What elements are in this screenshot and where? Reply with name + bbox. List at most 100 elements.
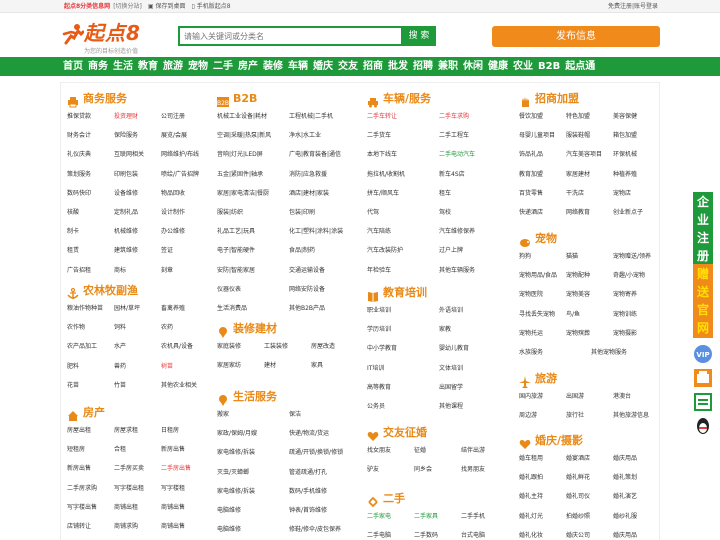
category-link[interactable]: 宠物医院 [519,291,543,299]
nav-item[interactable]: 教育 [138,57,158,76]
category-link[interactable]: 农作物 [67,324,85,332]
wechat-icon[interactable] [693,392,713,412]
save-desktop-link[interactable]: ▣ 保存到桌面 [148,3,186,10]
phone-icon[interactable] [693,368,713,388]
category-link[interactable]: 二手房求购 [67,485,97,493]
register-promo-char[interactable]: 注 [693,228,713,248]
nav-item[interactable]: 起点通 [565,57,595,76]
category-link[interactable]: 宠物配种 [566,272,590,280]
nav-item[interactable]: 交友 [338,57,358,76]
category-link[interactable]: 修鞋/修伞/皮包保养 [289,526,341,534]
category-link[interactable]: 拖拉机/收割机 [367,171,405,179]
category-link[interactable]: 安防|智能家居 [217,267,255,275]
category-link[interactable]: 广告招租 [67,267,91,275]
category-link[interactable]: 搬家 [217,411,229,419]
category-link[interactable]: 数码/手机维修 [289,488,327,496]
category-link[interactable]: 制卡 [67,228,79,236]
category-link[interactable]: 干洗店 [566,190,584,198]
category-link[interactable]: 其他B2B产品 [289,305,325,313]
nav-item[interactable]: 休闲 [463,57,483,76]
category-link[interactable]: 出国留学 [439,384,463,392]
register-promo-char[interactable]: 企 [693,192,713,212]
category-link[interactable]: 策划服务 [67,171,91,179]
category-link[interactable]: 二手手机 [461,513,485,521]
category-link[interactable]: 宠物寄养 [613,291,637,299]
category-link[interactable]: 其他农业相关 [161,382,197,390]
category-link[interactable]: 家庭装修 [217,343,241,351]
category-link[interactable]: 建筑维修 [114,247,138,255]
website-promo-char[interactable]: 送 [693,282,713,302]
category-link[interactable]: 国内旅游 [519,393,543,401]
category-link[interactable]: 房屋求租 [114,427,138,435]
category-link[interactable]: 家居家纺 [217,362,241,370]
category-link[interactable]: 电脑维修 [217,526,241,534]
category-link[interactable]: 店铺转让 [67,523,91,531]
category-link[interactable]: 工装装修 [264,343,288,351]
mobile-link[interactable]: ▯ 手机版起点8 [191,3,230,10]
category-link[interactable]: 新房出售 [67,465,91,473]
category-link[interactable]: 保洁 [289,411,301,419]
category-link[interactable]: 广电|教育装备|通信 [289,151,341,159]
category-link[interactable]: 其他宠物服务 [591,349,627,357]
category-link[interactable]: 服装|纺织 [217,209,243,217]
category-link[interactable]: 疏通/开锁/换锁/修锁 [289,449,343,457]
category-link[interactable]: 二手家电 [367,513,391,521]
category-link[interactable]: 网络维护/布线 [161,151,199,159]
category-link[interactable]: 畜禽养殖 [161,305,185,313]
nav-item[interactable]: 婚庆 [313,57,333,76]
category-link[interactable]: 狗狗 [519,253,531,261]
category-link[interactable]: 拍婚纱照 [566,513,590,521]
category-link[interactable]: 婚庆用品 [613,455,637,463]
category-link[interactable]: 年检验车 [367,267,391,275]
category-link[interactable]: 网络教育 [566,209,590,217]
vip-icon[interactable]: VIP [693,344,713,364]
category-link[interactable]: 教育加盟 [519,171,543,179]
category-link[interactable]: 酒店|建材|家装 [289,190,329,198]
category-link[interactable]: 钟表/首饰维修 [289,507,327,515]
nav-item[interactable]: 招商 [363,57,383,76]
publish-button[interactable]: 发布信息 [492,26,660,47]
category-link[interactable]: 合租 [114,446,126,454]
category-link[interactable]: 日租房 [161,427,179,435]
category-link[interactable]: 婚宴酒店 [566,455,590,463]
category-link[interactable]: 肥料 [67,363,79,371]
category-link[interactable]: 创业新点子 [613,209,643,217]
category-link[interactable]: 环保机械 [613,151,637,159]
category-link[interactable]: 找女朋友 [367,447,391,455]
category-link[interactable]: 房屋出租 [67,427,91,435]
register-link[interactable]: 免费注册 [608,3,632,10]
nav-item[interactable]: 生活 [113,57,133,76]
category-link[interactable]: 驴友 [367,466,379,474]
category-link[interactable]: 宠物托运 [519,330,543,338]
category-link[interactable]: 租赁 [67,247,79,255]
category-link[interactable]: 二手工程车 [439,132,469,140]
category-link[interactable]: 结伴出游 [461,447,485,455]
category-link[interactable]: 寻找丢失宠物 [519,311,555,319]
category-link[interactable]: 机械工业设备|耗材 [217,113,267,121]
category-link[interactable]: 房屋改造 [311,343,335,351]
category-link[interactable]: 商铺出售 [161,523,185,531]
category-link[interactable]: 灭虫/灭蟑螂 [217,469,249,477]
category-link[interactable]: 快递/物流/货运 [289,430,329,438]
category-link[interactable]: 展览/会展 [161,132,187,140]
category-link[interactable]: 电脑维修 [217,507,241,515]
category-link[interactable]: 二手电动汽车 [439,151,475,159]
category-link[interactable]: 水族服务 [519,349,543,357]
category-link[interactable]: 家电维修/拆装 [217,449,255,457]
category-link[interactable]: 饰品礼品 [519,151,543,159]
category-link[interactable]: 净水|水工业 [289,132,321,140]
category-link[interactable]: 宠物摄影 [613,330,637,338]
category-link[interactable]: 宠物殡葬 [566,330,590,338]
category-link[interactable]: 礼品工艺|玩具 [217,228,255,236]
category-link[interactable]: 建材 [264,362,276,370]
category-link[interactable]: 新车4S店 [439,171,465,179]
nav-item[interactable]: 批发 [388,57,408,76]
category-link[interactable]: 商标 [114,267,126,275]
category-link[interactable]: IT培训 [367,365,384,373]
category-link[interactable]: 汽车改装防护 [367,247,403,255]
category-link[interactable]: 台式电脑 [461,532,485,540]
category-link[interactable]: 周边游 [519,412,537,420]
category-link[interactable]: 工程机械|二手机 [289,113,333,121]
category-link[interactable]: 五金|紧固件|轴承 [217,171,263,179]
category-link[interactable]: 包装|印刷 [289,209,315,217]
